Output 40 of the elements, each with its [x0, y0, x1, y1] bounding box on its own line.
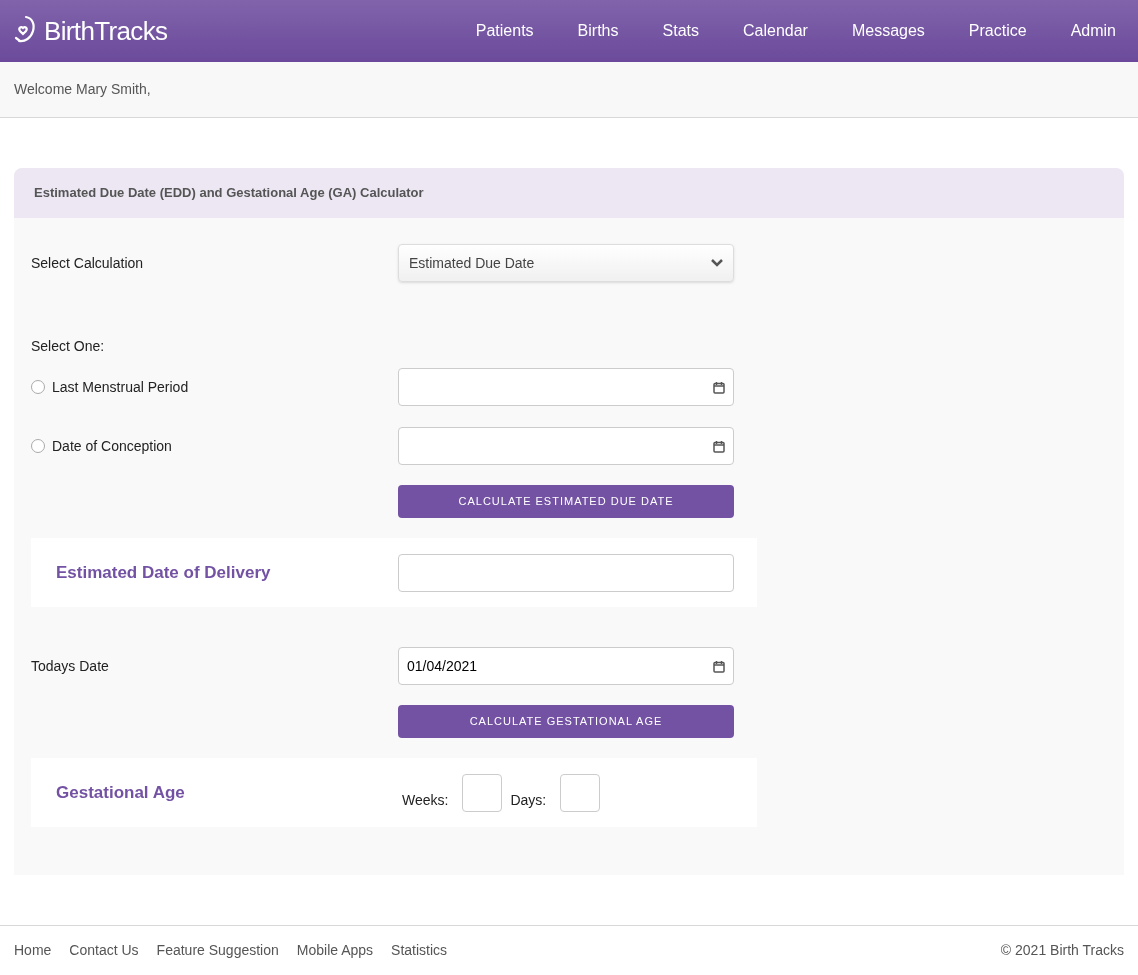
- nav-link[interactable]: Practice: [968, 19, 1027, 43]
- footer-link[interactable]: Home: [14, 940, 52, 961]
- nav-link[interactable]: Births: [577, 19, 619, 43]
- calendar-icon: [713, 659, 725, 673]
- calendar-icon: [713, 380, 725, 394]
- radio-button[interactable]: [31, 380, 45, 394]
- nav-link[interactable]: Stats: [662, 19, 699, 43]
- calculate-gestational-age-button[interactable]: CALCULATE GESTATIONAL AGE: [398, 705, 734, 738]
- weeks-field[interactable]: [462, 773, 503, 812]
- radio-button[interactable]: [31, 439, 45, 453]
- welcome-text: Welcome Mary Smith,: [14, 80, 151, 99]
- calendar-icon: [713, 439, 725, 453]
- calculation-dropdown[interactable]: Estimated Due Date: [398, 244, 734, 282]
- radio-label: Date of Conception: [52, 436, 173, 456]
- date-field[interactable]: [398, 427, 734, 465]
- footer-link[interactable]: Mobile Apps: [296, 940, 374, 961]
- footer-link[interactable]: Contact Us: [69, 940, 139, 961]
- days-label: Days:: [510, 791, 547, 810]
- radio-label: Last Menstrual Period: [52, 377, 190, 397]
- field-label: Todays Date: [31, 656, 110, 676]
- date-field[interactable]: 01/04/2021: [398, 647, 734, 685]
- due-date-field[interactable]: [398, 553, 734, 592]
- chevron-down-icon: [711, 259, 723, 267]
- result-label: Estimated Date of Delivery: [56, 561, 272, 584]
- nav-link[interactable]: Messages: [851, 19, 925, 43]
- field-label: Select One:: [31, 338, 105, 354]
- nav-link[interactable]: Admin: [1070, 19, 1116, 43]
- field-label: Select Calculation: [31, 253, 145, 273]
- days-field[interactable]: [560, 773, 601, 812]
- weeks-label: Weeks:: [402, 791, 449, 810]
- nav-link[interactable]: Calendar: [743, 19, 808, 43]
- copyright-text: © 2021 Birth Tracks: [1000, 941, 1124, 960]
- logo-text: BirthTracks: [44, 14, 168, 48]
- nav-link[interactable]: Patients: [475, 19, 534, 43]
- footer-link[interactable]: Statistics: [391, 940, 448, 961]
- card-title: Estimated Due Date (EDD) and Gestational Age (GA) Calculator: [34, 184, 424, 203]
- calculate-due-date-button[interactable]: CALCULATE ESTIMATED DUE DATE: [398, 485, 734, 518]
- footer-link[interactable]: Feature Suggestion: [156, 940, 279, 961]
- date-field[interactable]: [398, 368, 734, 406]
- result-label: Gestational Age: [56, 781, 186, 804]
